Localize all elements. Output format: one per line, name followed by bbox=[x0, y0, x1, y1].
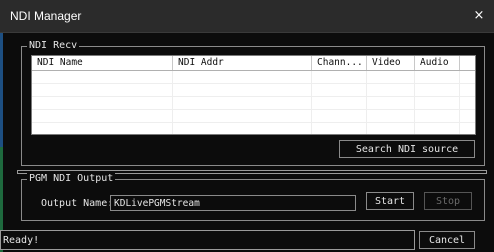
ndi-recv-legend: NDI Recv bbox=[27, 40, 80, 52]
column-gridline bbox=[414, 71, 415, 134]
status-text: Ready! bbox=[3, 235, 40, 246]
list-header: NDI Name NDI Addr Chann... Video Audio bbox=[32, 56, 475, 71]
close-icon[interactable]: × bbox=[470, 6, 488, 24]
pgm-ndi-output-legend: PGM NDI Output bbox=[27, 173, 116, 185]
title-bar[interactable]: NDI Manager × bbox=[0, 0, 494, 33]
search-ndi-source-button[interactable]: Search NDI source bbox=[339, 140, 475, 158]
column-header-audio[interactable]: Audio bbox=[415, 56, 460, 70]
column-header-ndi-addr[interactable]: NDI Addr bbox=[173, 56, 312, 70]
column-header-channel[interactable]: Chann... bbox=[312, 56, 367, 70]
output-name-label: Output Name: bbox=[41, 198, 114, 209]
ndi-source-list[interactable]: NDI Name NDI Addr Chann... Video Audio bbox=[31, 55, 476, 135]
row-gridline bbox=[32, 122, 475, 123]
column-gridline bbox=[311, 71, 312, 134]
row-gridline bbox=[32, 83, 475, 84]
column-header-video[interactable]: Video bbox=[367, 56, 415, 70]
column-gridline bbox=[172, 71, 173, 134]
cancel-button[interactable]: Cancel bbox=[419, 231, 475, 249]
row-gridline bbox=[32, 96, 475, 97]
column-gridline bbox=[366, 71, 367, 134]
output-name-input[interactable] bbox=[110, 195, 356, 211]
list-body bbox=[32, 71, 475, 134]
stop-button[interactable]: Stop bbox=[424, 192, 472, 210]
row-gridline bbox=[32, 109, 475, 110]
start-button[interactable]: Start bbox=[366, 192, 414, 210]
window-edge-accent bbox=[0, 33, 3, 147]
status-bar: Ready! bbox=[0, 230, 415, 250]
window-title: NDI Manager bbox=[10, 9, 82, 23]
column-gridline bbox=[459, 71, 460, 134]
column-header-ndi-name[interactable]: NDI Name bbox=[32, 56, 173, 70]
